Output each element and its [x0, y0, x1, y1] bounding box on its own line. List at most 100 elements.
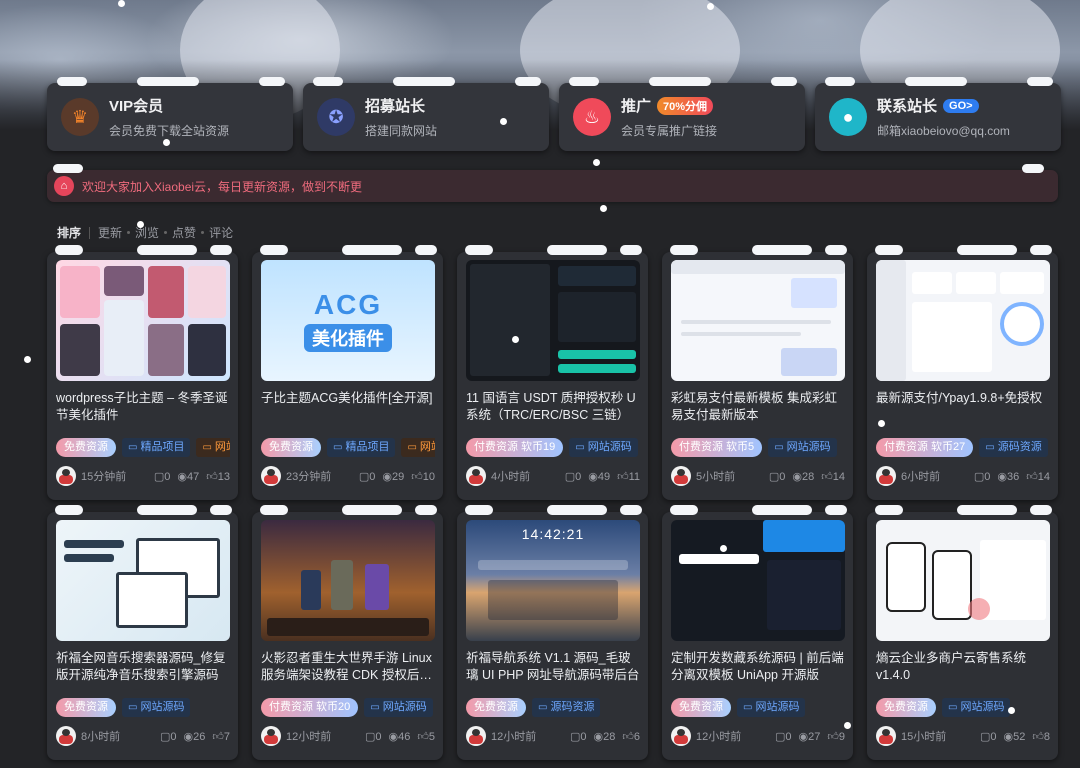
- post-thumbnail[interactable]: ACG 美化插件: [261, 260, 435, 381]
- snowflake: [844, 722, 851, 729]
- comment-count: ▢0: [973, 470, 991, 483]
- category-tag[interactable]: ▭网站源码: [768, 438, 837, 457]
- avatar[interactable]: [261, 466, 281, 486]
- category-tag[interactable]: ▭网站源码: [942, 698, 1011, 717]
- avatar[interactable]: [876, 466, 896, 486]
- category-tag[interactable]: ▭ 源码资源: [532, 698, 601, 717]
- category-tag[interactable]: ▭ 源码资源: [979, 438, 1048, 457]
- folder-icon: ▭: [948, 702, 958, 713]
- promo-subtitle: 会员免费下载全站资源: [109, 124, 230, 138]
- folder-icon: ▭: [370, 702, 380, 713]
- post-thumbnail[interactable]: [56, 260, 230, 381]
- post-title[interactable]: 熵云企业多商户云寄售系统 v1.4.0: [876, 650, 1050, 684]
- comment-count: ▢0: [979, 730, 997, 743]
- like-count: 👍︎13: [206, 470, 230, 483]
- category-tag[interactable]: ▭网站源码: [364, 698, 433, 717]
- category-tag[interactable]: ▭ 精品项目: [122, 438, 191, 457]
- post-card[interactable]: 祈福全网音乐搜索器源码_修复版开源纯净音乐搜索引擎源码 免费资源 ▭ 网站源码 8…: [47, 505, 238, 760]
- category-tag[interactable]: ▭ 精品项目: [327, 438, 396, 457]
- like-count: 👍︎6: [622, 730, 640, 743]
- badge-icon: ✪: [317, 98, 355, 136]
- post-title[interactable]: wordpress子比主题 – 冬季圣诞节美化插件: [56, 390, 230, 424]
- post-thumbnail[interactable]: [876, 520, 1050, 641]
- thumbnail-clock: 14:42:21: [521, 526, 585, 542]
- post-card[interactable]: 熵云企业多商户云寄售系统 v1.4.0 免费资源 ▭ 网站源码 15小时前 ▢0 …: [867, 505, 1058, 760]
- post-grid: wordpress子比主题 – 冬季圣诞节美化插件 免费资源 ▭精品项目 ▭网站…: [47, 245, 1058, 760]
- post-card[interactable]: 14:42:21 祈福导航系统 V1.1 源码_毛玻璃 UI PHP 网址导航源…: [457, 505, 648, 760]
- post-thumbnail[interactable]: [671, 260, 845, 381]
- promo-card-vip[interactable]: ♛ VIP会员 会员免费下载全站资源: [47, 77, 293, 151]
- category-tag[interactable]: ▭网站源码: [196, 438, 230, 457]
- snowflake: [600, 205, 607, 212]
- post-title[interactable]: 火影忍者重生大世界手游 Linux 服务端架设教程 CDK 授权后…: [261, 650, 435, 684]
- post-card[interactable]: wordpress子比主题 – 冬季圣诞节美化插件 免费资源 ▭精品项目 ▭网站…: [47, 245, 238, 500]
- price-badge: 免费资源: [56, 698, 116, 717]
- promo-card-recruit[interactable]: ✪ 招募站长 搭建同款网站: [303, 77, 549, 151]
- snowflake: [707, 3, 714, 10]
- post-card[interactable]: 彩虹易支付最新模板 集成彩虹易支付最新版本 付费资源 软币5 ▭ 网站源码 5小时…: [662, 245, 853, 500]
- folder-icon: ▭: [202, 442, 212, 453]
- category-tag[interactable]: ▭网站源码: [122, 698, 191, 717]
- post-card[interactable]: 11 国语言 USDT 质押授权秒 U 系统（TRC/ERC/BSC 三链） 付…: [457, 245, 648, 500]
- view-count: ◉46: [388, 730, 411, 743]
- post-thumbnail[interactable]: [466, 260, 640, 381]
- post-thumbnail[interactable]: [671, 520, 845, 641]
- folder-icon: ▭: [128, 442, 138, 453]
- post-thumbnail[interactable]: [261, 520, 435, 641]
- like-count: 👍︎10: [411, 470, 435, 483]
- avatar[interactable]: [466, 466, 486, 486]
- post-card[interactable]: ACG 美化插件 子比主题ACG美化插件[全开源] 免费资源 ▭精品项目 ▭网站…: [252, 245, 443, 500]
- price-badge: 付费资源 软币20: [261, 698, 359, 717]
- flame-icon: ♨: [573, 98, 611, 136]
- avatar[interactable]: [56, 466, 76, 486]
- post-time: 15分钟前: [81, 471, 127, 483]
- category-tag[interactable]: ▭网站源码: [569, 438, 638, 457]
- sort-option-update[interactable]: 更新: [98, 224, 122, 241]
- avatar[interactable]: [261, 726, 281, 746]
- promo-card-contact[interactable]: ● 联系站长 GO> 邮箱xiaobeiovo@qq.com: [815, 77, 1061, 151]
- post-card[interactable]: 火影忍者重生大世界手游 Linux 服务端架设教程 CDK 授权后… 付费资源 …: [252, 505, 443, 760]
- snowflake: [163, 139, 170, 146]
- post-title[interactable]: 祈福导航系统 V1.1 源码_毛玻璃 UI PHP 网址导航源码带后台: [466, 650, 640, 684]
- snowflake: [720, 545, 727, 552]
- avatar[interactable]: [671, 726, 691, 746]
- notice-text: 欢迎大家加入Xiaobei云，每日更新资源，做到不断更: [82, 179, 363, 194]
- promo-cards: ♛ VIP会员 会员免费下载全站资源 ✪ 招募站长 搭建同款网站 ♨ 推广 70…: [47, 77, 1061, 151]
- avatar[interactable]: [876, 726, 896, 746]
- sort-option-likes[interactable]: 点赞: [172, 224, 196, 241]
- avatar[interactable]: [56, 726, 76, 746]
- folder-icon: ▭: [128, 702, 138, 713]
- like-count: 👍︎11: [617, 470, 640, 483]
- post-time: 12小时前: [696, 731, 742, 743]
- folder-icon: ▭: [407, 442, 417, 453]
- post-title[interactable]: 定制开发数藏系统源码 | 前后端分离双模板 UniApp 开源版: [671, 650, 845, 684]
- post-title[interactable]: 子比主题ACG美化插件[全开源]: [261, 390, 435, 424]
- like-count: 👍︎8: [1032, 730, 1050, 743]
- post-thumbnail[interactable]: [56, 520, 230, 641]
- category-tag[interactable]: ▭网站源码: [737, 698, 806, 717]
- comment-count: ▢0: [358, 470, 376, 483]
- price-badge: 免费资源: [56, 438, 116, 457]
- like-count: 👍︎14: [1026, 470, 1050, 483]
- post-card[interactable]: 最新源支付/Ypay1.9.8+免授权 付费资源 软币27 ▭ 源码资源 6小时前…: [867, 245, 1058, 500]
- folder-icon: ▭: [774, 442, 784, 453]
- sort-option-comments[interactable]: 评论: [209, 224, 233, 241]
- home-icon: ⌂: [54, 176, 74, 196]
- category-tag[interactable]: ▭网站源码: [401, 438, 435, 457]
- post-title[interactable]: 11 国语言 USDT 质押授权秒 U 系统（TRC/ERC/BSC 三链）: [466, 390, 640, 424]
- post-title[interactable]: 最新源支付/Ypay1.9.8+免授权: [876, 390, 1050, 424]
- avatar[interactable]: [466, 726, 486, 746]
- post-title[interactable]: 祈福全网音乐搜索器源码_修复版开源纯净音乐搜索引擎源码: [56, 650, 230, 684]
- comment-count: ▢0: [153, 470, 171, 483]
- avatar[interactable]: [671, 466, 691, 486]
- post-thumbnail[interactable]: 14:42:21: [466, 520, 640, 641]
- comment-count: ▢0: [564, 470, 582, 483]
- promo-card-referral[interactable]: ♨ 推广 70%分佣 会员专属推广链接: [559, 77, 805, 151]
- post-thumbnail[interactable]: [876, 260, 1050, 381]
- go-badge[interactable]: GO>: [943, 98, 979, 113]
- price-badge: 免费资源: [671, 698, 731, 717]
- post-title[interactable]: 彩虹易支付最新模板 集成彩虹易支付最新版本: [671, 390, 845, 424]
- promo-subtitle: 搭建同款网站: [365, 124, 438, 138]
- post-card[interactable]: 定制开发数藏系统源码 | 前后端分离双模板 UniApp 开源版 免费资源 ▭ 网…: [662, 505, 853, 760]
- price-badge: 免费资源: [466, 698, 526, 717]
